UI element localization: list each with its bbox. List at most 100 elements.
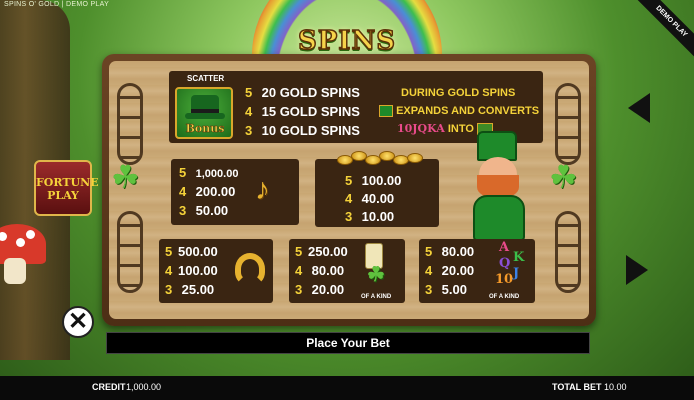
ale-pay-row: 3 20.00	[295, 282, 344, 298]
clover-icon: ☘	[367, 264, 385, 286]
bet-message: Place Your Bet	[306, 336, 390, 350]
letters-pay-row: 4 20.00	[425, 263, 474, 279]
total-bet-value: 10.00	[604, 382, 627, 392]
pay-value: 250.00	[308, 244, 348, 259]
pay-text: 10 GOLD SPINS	[261, 123, 360, 138]
pay-value: 100.00	[178, 263, 218, 278]
bonus-scatter-symbol: Bonus	[175, 87, 233, 139]
game-screen: SPINS O' GOLD | DEMO PLAY DEMO PLAY SPIN…	[0, 0, 694, 400]
next-page-arrow-icon[interactable]	[626, 255, 648, 285]
leprechaun-icon	[465, 131, 531, 241]
ale-clover-paytable: 5 250.00 4 80.00 3 20.00 ☘ OF A KIND	[289, 239, 405, 303]
pay-count: 3	[425, 282, 433, 297]
celtic-knot-right-top	[555, 83, 581, 165]
celtic-knot-left-bottom	[117, 211, 143, 293]
harp-paytable: 5 1,000.00 4 200.00 3 50.00 ♪	[171, 159, 299, 225]
close-paytable-button[interactable]: ✕	[62, 306, 94, 338]
feature-line-2-text: EXPANDS AND CONVERTS	[396, 105, 540, 117]
close-icon: ✕	[67, 308, 89, 335]
fortune-play-button[interactable]: FORTUNE PLAY	[34, 160, 99, 216]
pay-count: 4	[425, 263, 433, 278]
harp-pay-row: 5 1,000.00	[179, 165, 238, 182]
pay-count: 4	[245, 104, 253, 119]
letters-paytable: 5 80.00 4 20.00 3 5.00 A K Q J 10 OF A K…	[419, 239, 535, 303]
horseshoe-pay-row: 3 25.00	[165, 282, 214, 298]
pay-value: 25.00	[181, 282, 215, 297]
celtic-knot-left-top	[117, 83, 143, 165]
pay-value: 200.00	[195, 184, 236, 199]
feature-line-2: EXPANDS AND CONVERTS	[379, 103, 539, 119]
pay-count: 4	[165, 263, 173, 278]
pay-value: 5.00	[441, 282, 467, 297]
letter-q-icon: Q	[499, 256, 511, 271]
clover-icon: ☘	[111, 159, 140, 195]
pay-value: 40.00	[361, 191, 395, 206]
pay-value: 20.00	[311, 282, 345, 297]
game-title: SPINS O' GOLD | DEMO PLAY	[4, 1, 110, 8]
pay-text: 15 GOLD SPINS	[261, 104, 360, 119]
pay-value: 500.00	[178, 244, 218, 259]
paytable-board: ☘ ☘ SCATTER Bonus 5 20 GOLD SPINS 4 15 G…	[102, 54, 596, 326]
top-hat-icon	[185, 95, 225, 119]
scatter-pay-row: 3 10 GOLD SPINS	[245, 123, 360, 139]
pay-value: 100.00	[361, 173, 402, 188]
pay-value: 80.00	[441, 244, 475, 259]
credit-value: 1,000.00	[126, 382, 162, 392]
pay-count: 3	[345, 209, 353, 224]
bet-message-bar: Place Your Bet	[106, 332, 590, 354]
harp-pay-row: 3 50.00	[179, 203, 228, 219]
pay-count: 4	[295, 263, 303, 278]
harp-icon: ♪	[255, 173, 270, 206]
of-a-kind-label: OF A KIND	[489, 294, 520, 300]
fortune-play-line-2: PLAY	[47, 189, 79, 202]
pot-pay-row: 3 10.00	[345, 209, 394, 225]
bonus-symbol-text: Bonus	[185, 122, 225, 136]
pay-value: 20.00	[441, 263, 475, 278]
bonus-mini-icon	[379, 105, 393, 118]
of-a-kind-label: OF A KIND	[361, 294, 392, 300]
pay-value: 80.00	[311, 263, 345, 278]
scatter-pay-row: 4 15 GOLD SPINS	[245, 104, 360, 120]
scatter-label: SCATTER	[187, 74, 225, 83]
hat-band	[191, 109, 219, 113]
pay-count: 5	[295, 244, 303, 259]
pay-count: 3	[295, 282, 303, 297]
letters-pay-row: 5 80.00	[425, 244, 474, 260]
feature-line-1: DURING GOLD SPINS	[401, 87, 516, 99]
letters-pay-row: 3 5.00	[425, 282, 467, 298]
mushroom-stem	[4, 258, 26, 284]
pay-count: 5	[345, 173, 353, 188]
pay-count: 5	[425, 244, 433, 259]
pay-value: 10.00	[361, 209, 395, 224]
pay-count: 3	[165, 282, 173, 297]
pay-text: 20 GOLD SPINS	[261, 85, 360, 100]
fortune-play-line-1: FORTUNE	[36, 176, 99, 189]
horseshoe-pay-row: 5 500.00	[165, 244, 218, 260]
royal-letters-text: 10JQKA	[397, 122, 445, 135]
letter-a-icon: A	[499, 240, 510, 255]
harp-pay-row: 4 200.00	[179, 184, 235, 200]
letter-j-icon: J	[513, 266, 520, 281]
pot-pay-row: 4 40.00	[345, 191, 394, 207]
celtic-knot-right-bottom	[555, 211, 581, 293]
pay-count: 5	[165, 244, 173, 259]
ale-pay-row: 5 250.00	[295, 244, 348, 260]
pay-count: 4	[345, 191, 353, 206]
letter-k-icon: K	[513, 250, 525, 265]
demo-play-ribbon: DEMO PLAY	[633, 0, 694, 60]
pay-value: 50.00	[195, 203, 229, 218]
total-bet-label: TOTAL BET	[552, 382, 602, 392]
letter-10-icon: 10	[495, 272, 514, 287]
credit-label: CREDIT	[92, 382, 126, 392]
previous-page-arrow-icon[interactable]	[628, 93, 650, 123]
pot-of-gold-paytable: 5 100.00 4 40.00 3 10.00	[315, 151, 439, 227]
pay-value: 1,000.00	[195, 168, 239, 180]
clover-icon: ☘	[549, 159, 578, 195]
horseshoe-pay-row: 4 100.00	[165, 263, 218, 279]
pay-count: 5	[179, 165, 187, 180]
pay-count: 3	[179, 203, 187, 218]
ale-pay-row: 4 80.00	[295, 263, 344, 279]
pay-count: 5	[245, 85, 253, 100]
pay-count: 3	[245, 123, 253, 138]
horseshoe-paytable: 5 500.00 4 100.00 3 25.00	[159, 239, 273, 303]
